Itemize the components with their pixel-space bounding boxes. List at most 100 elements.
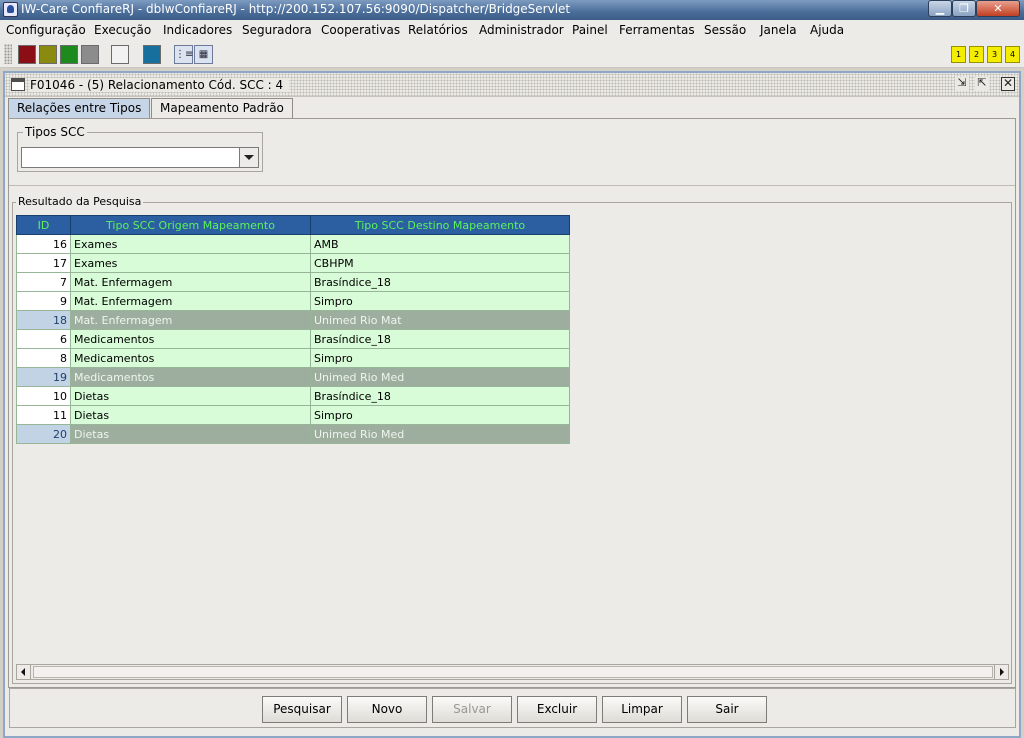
tree-view-icon[interactable]: ⋮≡ [174, 45, 193, 64]
scroll-right-icon[interactable] [994, 665, 1008, 679]
cell-destino[interactable]: Brasíndice_18 [310, 329, 570, 349]
cell-id[interactable]: 7 [16, 272, 71, 292]
chevron-down-icon[interactable] [239, 148, 258, 167]
cell-id[interactable]: 17 [16, 253, 71, 273]
minimize-frame-icon[interactable]: ⇲ [955, 77, 969, 91]
menu-sessao[interactable]: Sessão [704, 23, 746, 37]
cell-origem[interactable]: Dietas [70, 386, 311, 406]
close-frame-icon[interactable]: ✕ [1001, 77, 1015, 91]
cell-destino[interactable]: AMB [310, 234, 570, 254]
cell-id[interactable]: 9 [16, 291, 71, 311]
menu-janela[interactable]: Janela [760, 23, 797, 37]
menu-configuracao[interactable]: Configuração [6, 23, 86, 37]
menu-ferramentas[interactable]: Ferramentas [619, 23, 695, 37]
maximize-button[interactable]: ❐ [952, 0, 976, 17]
white-toolbar-button[interactable] [111, 45, 129, 64]
menu-seguradora[interactable]: Seguradora [242, 23, 312, 37]
window-title-bar[interactable]: IW-Care ConfiareRJ - dbIwConfiareRJ - ht… [0, 0, 1024, 20]
horizontal-scrollbar[interactable] [16, 664, 1009, 680]
red-toolbar-button[interactable] [18, 45, 36, 64]
cell-id[interactable]: 10 [16, 386, 71, 406]
table-row[interactable]: 9 Mat. Enfermagem Simpro [16, 291, 570, 311]
cell-destino[interactable]: Brasíndice_18 [310, 386, 570, 406]
cell-origem[interactable]: Exames [70, 253, 311, 273]
cell-origem[interactable]: Medicamentos [70, 348, 311, 368]
calculator-icon[interactable]: ▦ [194, 45, 213, 64]
toolbar-grip[interactable] [4, 44, 12, 64]
frame-title-bar[interactable]: F01046 - (5) Relacionamento Cód. SCC : 4… [5, 73, 1019, 97]
table-row[interactable]: 8 Medicamentos Simpro [16, 348, 570, 368]
cell-origem[interactable]: Dietas [70, 424, 311, 444]
scrollbar-thumb[interactable] [33, 666, 993, 678]
column-header-destino[interactable]: Tipo SCC Destino Mapeamento [310, 215, 570, 235]
excluir-button[interactable]: Excluir [517, 696, 597, 723]
cell-destino[interactable]: Simpro [310, 405, 570, 425]
app-icon [3, 2, 18, 17]
cell-origem[interactable]: Medicamentos [70, 329, 311, 349]
cell-origem[interactable]: Exames [70, 234, 311, 254]
cell-destino[interactable]: Unimed Rio Med [310, 367, 570, 387]
frame-window-icon [11, 78, 25, 91]
cell-destino[interactable]: Brasíndice_18 [310, 272, 570, 292]
minimize-button[interactable]: ▁ [928, 0, 952, 17]
quick-slot-1-button[interactable]: 1 [951, 46, 966, 63]
sair-button[interactable]: Sair [687, 696, 767, 723]
cell-id[interactable]: 11 [16, 405, 71, 425]
table-row[interactable]: 17 Exames CBHPM [16, 253, 570, 273]
limpar-button[interactable]: Limpar [602, 696, 682, 723]
novo-button[interactable]: Novo [347, 696, 427, 723]
gray-toolbar-button[interactable] [81, 45, 99, 64]
cell-destino[interactable]: Unimed Rio Mat [310, 310, 570, 330]
tipos-scc-combobox[interactable] [21, 147, 259, 168]
internal-frame: F01046 - (5) Relacionamento Cód. SCC : 4… [3, 71, 1021, 738]
cell-origem[interactable]: Medicamentos [70, 367, 311, 387]
table-row[interactable]: 19 Medicamentos Unimed Rio Med [16, 367, 570, 387]
cell-origem[interactable]: Mat. Enfermagem [70, 310, 311, 330]
menu-painel[interactable]: Painel [572, 23, 608, 37]
cell-origem[interactable]: Dietas [70, 405, 311, 425]
green-toolbar-button[interactable] [60, 45, 78, 64]
window-title: IW-Care ConfiareRJ - dbIwConfiareRJ - ht… [21, 2, 571, 16]
column-header-id[interactable]: ID [16, 215, 71, 235]
close-window-button[interactable]: ✕ [976, 0, 1020, 17]
table-row[interactable]: 18 Mat. Enfermagem Unimed Rio Mat [16, 310, 570, 330]
pesquisar-button[interactable]: Pesquisar [262, 696, 342, 723]
table-row[interactable]: 7 Mat. Enfermagem Brasíndice_18 [16, 272, 570, 292]
cell-id[interactable]: 16 [16, 234, 71, 254]
table-row[interactable]: 6 Medicamentos Brasíndice_18 [16, 329, 570, 349]
tipos-scc-label: Tipos SCC [23, 125, 87, 139]
olive-toolbar-button[interactable] [39, 45, 57, 64]
tab-relacoes-entre-tipos[interactable]: Relações entre Tipos [8, 98, 151, 119]
action-button-bar: Pesquisar Novo Salvar Excluir Limpar Sai… [9, 688, 1016, 728]
cell-id[interactable]: 20 [16, 424, 71, 444]
quick-slot-4-button[interactable]: 4 [1005, 46, 1020, 63]
cell-destino[interactable]: Unimed Rio Med [310, 424, 570, 444]
menu-administrador[interactable]: Administrador [479, 23, 564, 37]
quick-slot-3-button[interactable]: 3 [987, 46, 1002, 63]
cell-origem[interactable]: Mat. Enfermagem [70, 291, 311, 311]
cell-destino[interactable]: Simpro [310, 291, 570, 311]
table-row[interactable]: 11 Dietas Simpro [16, 405, 570, 425]
cell-destino[interactable]: CBHPM [310, 253, 570, 273]
menu-ajuda[interactable]: Ajuda [810, 23, 844, 37]
cell-id[interactable]: 6 [16, 329, 71, 349]
table-row[interactable]: 20 Dietas Unimed Rio Med [16, 424, 570, 444]
cell-id[interactable]: 18 [16, 310, 71, 330]
cell-id[interactable]: 8 [16, 348, 71, 368]
cell-destino[interactable]: Simpro [310, 348, 570, 368]
menu-cooperativas[interactable]: Cooperativas [321, 23, 400, 37]
quick-slot-2-button[interactable]: 2 [969, 46, 984, 63]
menu-relatorios[interactable]: Relatórios [408, 23, 468, 37]
blue-toolbar-button[interactable] [143, 45, 161, 64]
table-row[interactable]: 16 Exames AMB [16, 234, 570, 254]
menu-bar: Configuração Execução Indicadores Segura… [0, 20, 1024, 41]
maximize-frame-icon[interactable]: ⇱ [975, 77, 989, 91]
scroll-left-icon[interactable] [17, 665, 31, 679]
table-row[interactable]: 10 Dietas Brasíndice_18 [16, 386, 570, 406]
cell-origem[interactable]: Mat. Enfermagem [70, 272, 311, 292]
column-header-origem[interactable]: Tipo SCC Origem Mapeamento [70, 215, 311, 235]
menu-execucao[interactable]: Execução [94, 23, 151, 37]
tab-mapeamento-padrao[interactable]: Mapeamento Padrão [151, 98, 293, 118]
cell-id[interactable]: 19 [16, 367, 71, 387]
menu-indicadores[interactable]: Indicadores [163, 23, 232, 37]
